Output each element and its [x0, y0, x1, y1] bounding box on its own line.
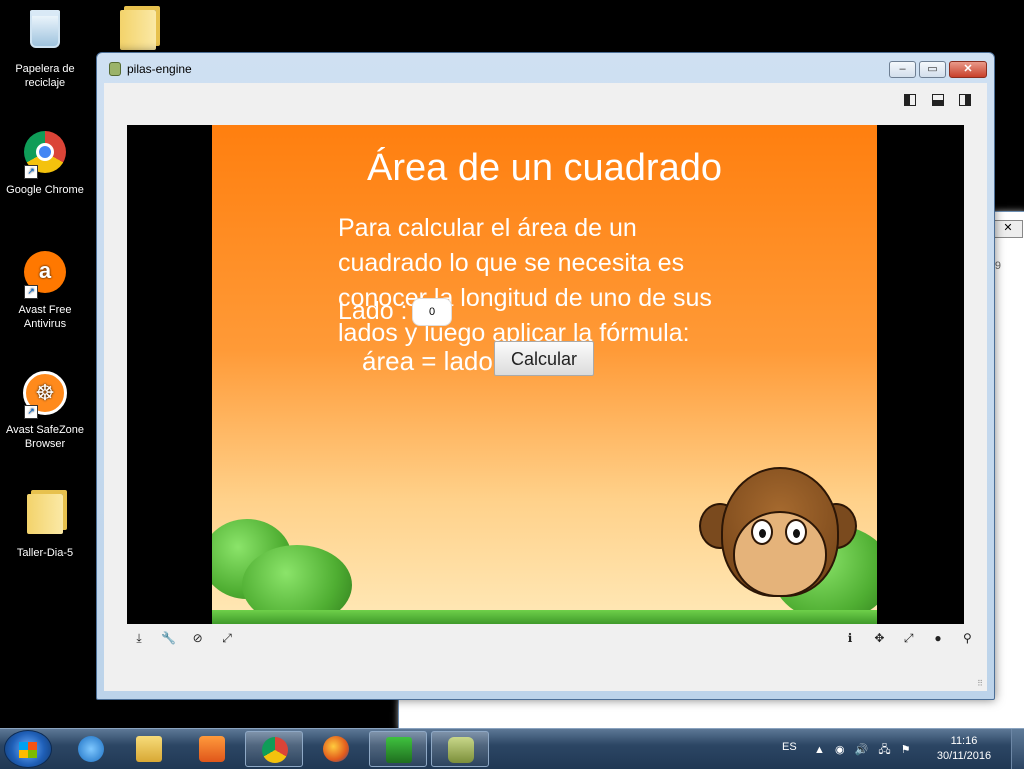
game-description: Para calcular el área de un cuadrado lo … [338, 211, 798, 351]
file-explorer-icon [136, 736, 162, 762]
folder-icon [22, 494, 68, 542]
lado-input[interactable]: 0 [412, 298, 452, 326]
system-tray: ▲ ◉ 🔊 🖧 ⚑ [814, 741, 918, 760]
pilas-engine-icon [109, 62, 121, 76]
recycle-bin-icon [22, 10, 68, 58]
desktop-icon-label: Taller-Dia-5 [16, 547, 74, 559]
monkey-face [733, 511, 827, 597]
monkey-eye [751, 519, 773, 545]
grass [212, 610, 877, 624]
pilas-engine-window[interactable]: pilas-engine – ▭ ✕ Área de un cuadrado P… [96, 52, 995, 700]
language-indicator[interactable]: ES [782, 741, 797, 753]
desktop-icon-safezone[interactable]: ☸ ↗ Avast SafeZone Browser [0, 369, 90, 451]
move-icon[interactable]: ✥ [872, 631, 886, 645]
close-icon[interactable]: ✕ [993, 220, 1023, 238]
clock-time: 11:16 [950, 735, 978, 747]
monkey-eye [785, 519, 807, 545]
chrome-icon [262, 737, 288, 763]
taskbar-file-explorer[interactable] [120, 731, 178, 767]
layout-left-icon[interactable] [904, 94, 917, 106]
avast-tray-icon[interactable]: ◉ [835, 743, 845, 756]
desktop-icon-avast[interactable]: a ↗ Avast Free Antivirus [0, 248, 90, 331]
info-icon[interactable]: ℹ [843, 631, 857, 645]
location-icon[interactable]: ⚲ [960, 631, 974, 645]
close-button[interactable]: ✕ [949, 61, 987, 78]
network-icon[interactable]: 🖧 [878, 741, 890, 760]
minimize-button[interactable]: – [889, 61, 916, 78]
calcular-button[interactable]: Calcular [494, 341, 594, 376]
formula-text: área = lado [362, 346, 493, 376]
window-client: Área de un cuadrado Para calcular el áre… [104, 83, 987, 691]
globe-icon[interactable]: ● [931, 631, 945, 645]
taskbar-firefox[interactable] [307, 731, 365, 767]
app-tool-icon [386, 737, 412, 763]
show-hidden-icons-icon[interactable]: ▲ [814, 744, 825, 756]
taskbar: ES ▲ ◉ 🔊 🖧 ⚑ 11:16 30/11/2016 [0, 728, 1024, 769]
window-title: pilas-engine [127, 62, 192, 76]
safezone-icon: ☸ ↗ [22, 371, 68, 419]
game-stage: Área de un cuadrado Para calcular el áre… [127, 125, 964, 624]
title-bar[interactable]: pilas-engine – ▭ ✕ [97, 53, 994, 83]
layout-bottom-icon[interactable] [931, 94, 944, 106]
resize-icon[interactable]: ⤢ [902, 631, 916, 646]
volume-icon[interactable]: 🔊 [855, 743, 869, 756]
desktop-icon-label: Google Chrome [6, 184, 84, 196]
description-line: cuadrado lo que se necesita es [338, 249, 685, 277]
folder-icon [115, 10, 161, 58]
taskbar-app-tool[interactable] [369, 731, 427, 767]
monkey-character[interactable] [699, 467, 857, 599]
expand-icon[interactable]: ⤢ [220, 631, 234, 646]
no-entry-icon[interactable]: ⊘ [191, 631, 205, 645]
show-desktop-button[interactable] [1011, 729, 1024, 769]
pilas-engine-icon [448, 737, 474, 763]
clock[interactable]: 11:16 30/11/2016 [930, 734, 998, 764]
desktop-icon-taller[interactable]: Taller-Dia-5 [0, 490, 90, 560]
lado-label: Lado : [338, 297, 408, 325]
bottom-toolbar-right: ℹ ✥ ⤢ ● ⚲ [843, 631, 986, 646]
resize-grip[interactable]: ⠿ [977, 679, 983, 688]
game-canvas[interactable]: Área de un cuadrado Para calcular el áre… [212, 125, 877, 624]
internet-explorer-icon [78, 736, 104, 762]
desktop-icon-chrome[interactable]: ↗ Google Chrome [0, 128, 90, 197]
desktop-icon-label: Avast Free Antivirus [18, 304, 72, 330]
start-button[interactable] [4, 730, 52, 768]
taskbar-media-player[interactable] [183, 731, 241, 767]
layout-buttons [893, 93, 971, 111]
desktop-icon-label: Papelera de reciclaje [15, 63, 75, 89]
taskbar-internet-explorer[interactable] [62, 731, 120, 767]
chrome-icon: ↗ [22, 131, 68, 179]
download-icon[interactable]: ⤓ [132, 631, 146, 646]
clock-date: 30/11/2016 [936, 750, 992, 762]
avast-icon: a ↗ [22, 251, 68, 299]
wrench-icon[interactable]: 🔧 [161, 631, 176, 645]
firefox-icon [323, 736, 349, 762]
background-window-text: 9 [994, 260, 1001, 272]
action-center-icon[interactable]: ⚑ [901, 743, 911, 756]
taskbar-pilas-engine[interactable] [431, 731, 489, 767]
description-line: Para calcular el área de un [338, 214, 637, 242]
maximize-button[interactable]: ▭ [919, 61, 946, 78]
layout-right-icon[interactable] [959, 94, 971, 106]
bottom-toolbar-left: ⤓ 🔧 ⊘ ⤢ [132, 631, 246, 646]
desktop-icon-label: Avast SafeZone Browser [5, 424, 85, 450]
media-player-icon [199, 736, 225, 762]
game-title: Área de un cuadrado [367, 147, 722, 189]
desktop-icon-recycle-bin[interactable]: Papelera de reciclaje [0, 6, 90, 90]
taskbar-chrome[interactable] [245, 731, 303, 767]
